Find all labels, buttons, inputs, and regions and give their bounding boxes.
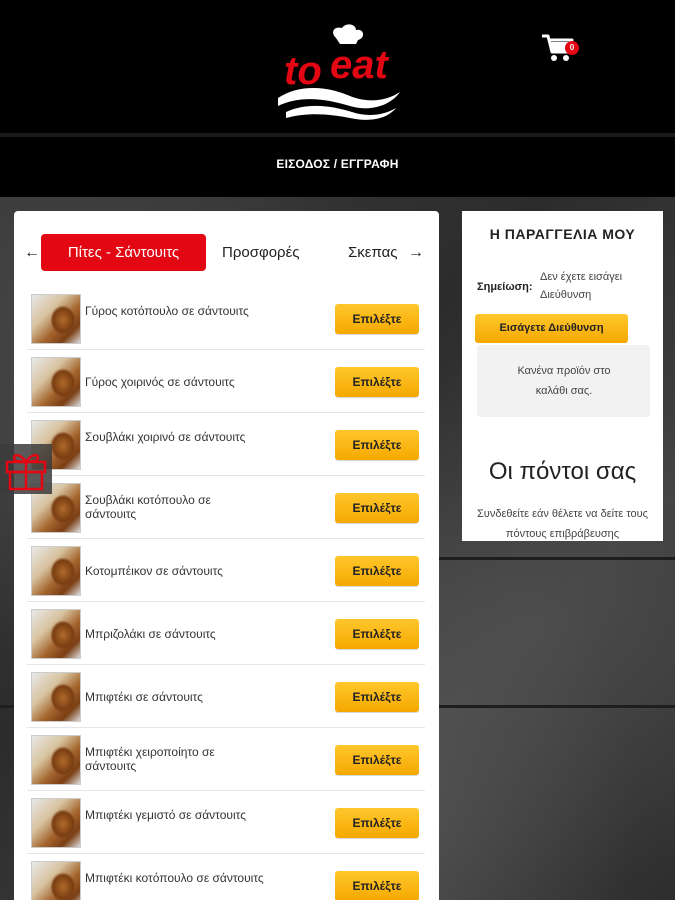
select-button[interactable]: Επιλέξτε [335, 871, 419, 900]
select-button[interactable]: Επιλέξτε [335, 493, 419, 523]
product-thumbnail [31, 609, 81, 659]
empty-cart-message: Κανένα προϊόν στο καλάθι σας. [517, 365, 611, 397]
product-row: Σουβλάκι κοτόπουλο σε σάντουιτς Επιλέξτε [27, 477, 425, 539]
gift-icon[interactable] [0, 444, 52, 494]
note-text: Δεν έχετε εισάγει Διεύθυνση [540, 271, 623, 301]
svg-text:eat: eat [330, 43, 389, 87]
points-text: Συνδεθείτε εάν θέλετε να δείτε τους πόντ… [477, 508, 648, 540]
arrow-left-icon[interactable]: ← [24, 245, 40, 261]
points-title: Οι πόντοι σας [488, 458, 637, 485]
tab-pites-santouits[interactable]: Πίτες - Σάντουιτς [41, 234, 206, 271]
product-thumbnail [31, 735, 81, 785]
arrow-right-icon[interactable]: → [408, 245, 424, 261]
select-button[interactable]: Επιλέξτε [335, 556, 419, 586]
cart-count-badge: 0 [565, 41, 579, 55]
product-thumbnail [31, 861, 81, 900]
product-name: Σουβλάκι χοιρινό σε σάντουιτς [85, 430, 246, 444]
note-label: Σημείωση: [477, 281, 533, 293]
product-row: Μπιφτέκι χειροποίητο σε σάντουιτς Επιλέξ… [27, 729, 425, 791]
product-name: Σουβλάκι κοτόπουλο σε σάντουιτς [85, 493, 211, 521]
product-name: Γύρος χοιρινός σε σάντουιτς [85, 375, 235, 389]
product-row: Κοτομπέικον σε σάντουιτς Επιλέξτε [27, 540, 425, 602]
select-button[interactable]: Επιλέξτε [335, 367, 419, 397]
product-name: Μπιφτέκι γεμιστό σε σάντουιτς [85, 808, 246, 822]
tab-prosfores[interactable]: Προσφορές [222, 234, 322, 271]
product-row: Σουβλάκι χοιρινό σε σάντουιτς Επιλέξτε [27, 414, 425, 476]
svg-text:to: to [284, 49, 322, 93]
login-register-link[interactable]: ΕΙΣΟΔΟΣ / ΕΓΓΡΑΦΗ [0, 157, 675, 171]
toeat-logo[interactable]: to eat [272, 22, 406, 122]
product-row: Μπιφτέκι κοτόπουλο σε σάντουιτς Επιλέξτε [27, 855, 425, 900]
product-name: Μπιφτέκι σε σάντουιτς [85, 690, 203, 704]
select-button[interactable]: Επιλέξτε [335, 619, 419, 649]
product-name: Μπιφτέκι χειροποίητο σε σάντουιτς [85, 745, 215, 773]
product-thumbnail [31, 798, 81, 848]
product-row: Μπιφτέκι γεμιστό σε σάντουιτς Επιλέξτε [27, 792, 425, 854]
select-button[interactable]: Επιλέξτε [335, 682, 419, 712]
product-row: Μπριζολάκι σε σάντουιτς Επιλέξτε [27, 603, 425, 665]
select-button[interactable]: Επιλέξτε [335, 430, 419, 460]
product-name: Κοτομπέικον σε σάντουιτς [85, 564, 223, 578]
product-name: Μπριζολάκι σε σάντουιτς [85, 627, 216, 641]
product-name: Γύρος κοτόπουλο σε σάντουιτς [85, 304, 249, 318]
product-thumbnail [31, 357, 81, 407]
product-name: Μπιφτέκι κοτόπουλο σε σάντουιτς [85, 871, 264, 885]
order-title: Η ΠΑΡΑΓΓΕΛΙΑ ΜΟΥ [489, 226, 636, 242]
product-thumbnail [31, 294, 81, 344]
select-button[interactable]: Επιλέξτε [335, 304, 419, 334]
select-button[interactable]: Επιλέξτε [335, 745, 419, 775]
product-row: Γύρος κοτόπουλο σε σάντουιτς Επιλέξτε [27, 288, 425, 350]
product-row: Γύρος χοιρινός σε σάντουιτς Επιλέξτε [27, 351, 425, 413]
product-thumbnail [31, 546, 81, 596]
product-thumbnail [31, 672, 81, 722]
product-row: Μπιφτέκι σε σάντουιτς Επιλέξτε [27, 666, 425, 728]
enter-address-button[interactable]: Εισάγετε Διεύθυνση [475, 314, 628, 343]
tab-skepastes[interactable]: Σκεπας [348, 234, 406, 271]
select-button[interactable]: Επιλέξτε [335, 808, 419, 838]
